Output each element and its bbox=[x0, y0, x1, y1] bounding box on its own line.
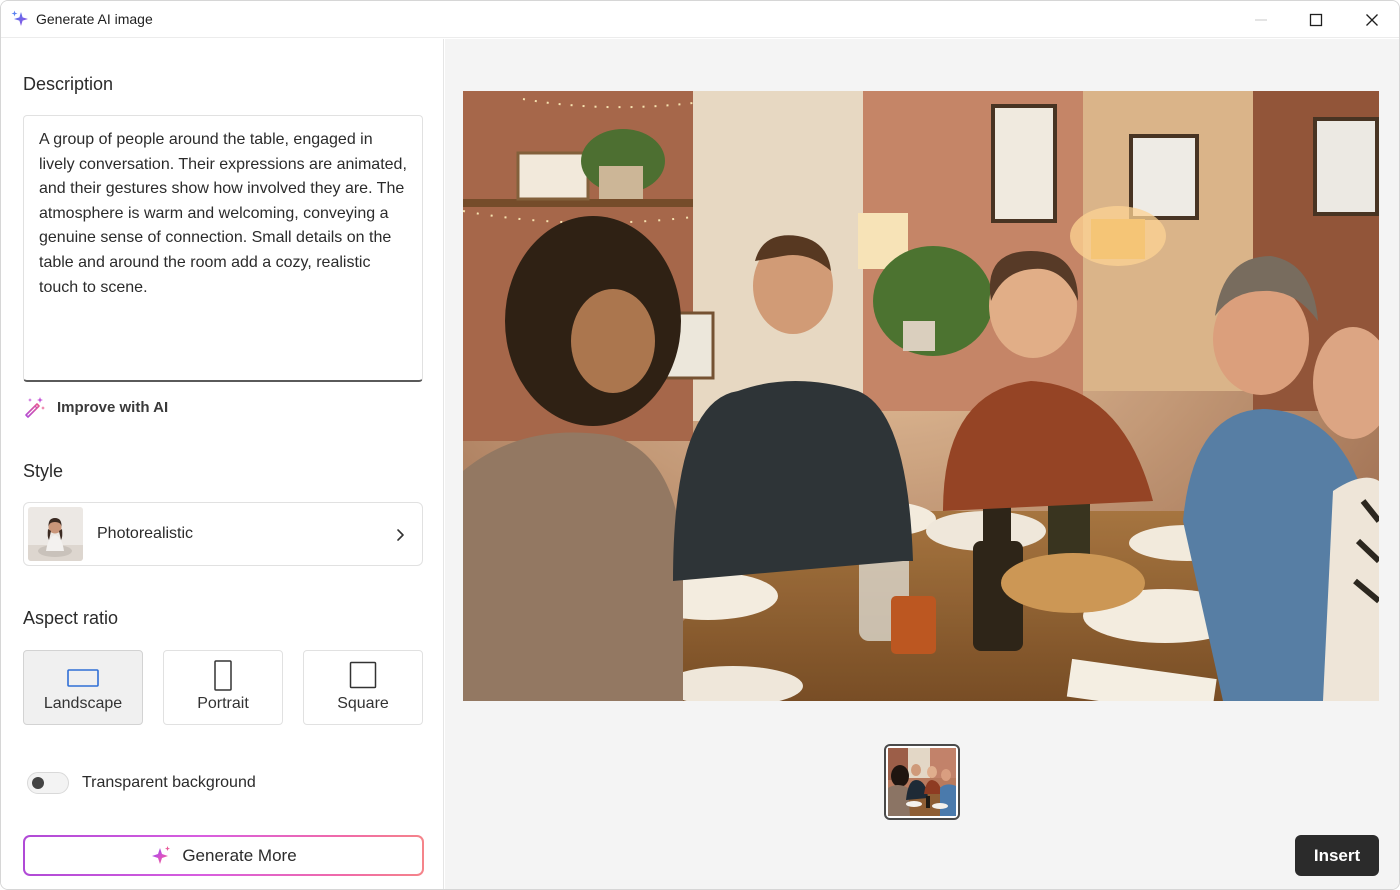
transparent-background-toggle[interactable] bbox=[27, 772, 69, 794]
aspect-ratio-square[interactable]: Square bbox=[303, 650, 423, 725]
landscape-label: Landscape bbox=[43, 695, 123, 712]
dinner-party-photo bbox=[463, 91, 1379, 701]
description-heading: Description bbox=[23, 74, 114, 94]
preview-panel: Insert bbox=[445, 39, 1399, 889]
maximize-button[interactable] bbox=[1288, 1, 1344, 38]
landscape-icon bbox=[67, 669, 99, 687]
style-heading: Style bbox=[23, 461, 64, 481]
generate-ai-image-window: Generate AI image Description A group of… bbox=[0, 0, 1400, 890]
sparkle-icon bbox=[152, 845, 171, 864]
thumbnail-photo bbox=[888, 748, 956, 816]
sparkle-icon bbox=[11, 10, 28, 26]
style-thumbnail bbox=[28, 507, 83, 561]
settings-panel: Description A group of people around the… bbox=[1, 39, 444, 889]
improve-with-ai-label: Improve with AI bbox=[57, 398, 169, 416]
maximize-icon bbox=[1309, 13, 1323, 26]
generated-thumbnail-1[interactable] bbox=[884, 744, 960, 820]
aspect-ratio-portrait[interactable]: Portrait bbox=[163, 650, 283, 725]
description-text: A group of people around the table, enga… bbox=[39, 131, 407, 296]
title-bar: Generate AI image bbox=[1, 1, 1399, 38]
portrait-icon bbox=[214, 660, 232, 691]
generated-image-preview[interactable] bbox=[463, 91, 1379, 701]
chevron-right-icon bbox=[397, 529, 404, 541]
portrait-label: Portrait bbox=[197, 695, 249, 712]
close-button[interactable] bbox=[1344, 1, 1399, 38]
description-textarea[interactable]: A group of people around the table, enga… bbox=[23, 115, 423, 382]
style-selected-label: Photorealistic bbox=[97, 525, 194, 542]
generate-more-button[interactable]: Generate More bbox=[23, 835, 424, 876]
close-icon bbox=[1366, 13, 1378, 26]
magic-wand-icon bbox=[25, 397, 45, 418]
generate-more-inner: Generate More bbox=[25, 837, 422, 874]
square-icon bbox=[349, 661, 377, 689]
minimize-icon bbox=[1255, 19, 1267, 20]
transparent-background-label: Transparent background bbox=[82, 774, 256, 791]
generate-more-label: Generate More bbox=[182, 845, 297, 865]
square-label: Square bbox=[337, 695, 389, 712]
toggle-knob bbox=[32, 777, 44, 789]
aspect-ratio-landscape[interactable]: Landscape bbox=[23, 650, 143, 725]
window-title: Generate AI image bbox=[36, 11, 153, 27]
minimize-button[interactable] bbox=[1233, 1, 1289, 38]
improve-with-ai-button[interactable]: Improve with AI bbox=[23, 395, 168, 419]
aspect-ratio-heading: Aspect ratio bbox=[23, 608, 119, 628]
insert-button[interactable]: Insert bbox=[1295, 835, 1379, 876]
style-selector[interactable]: Photorealistic bbox=[23, 502, 423, 566]
